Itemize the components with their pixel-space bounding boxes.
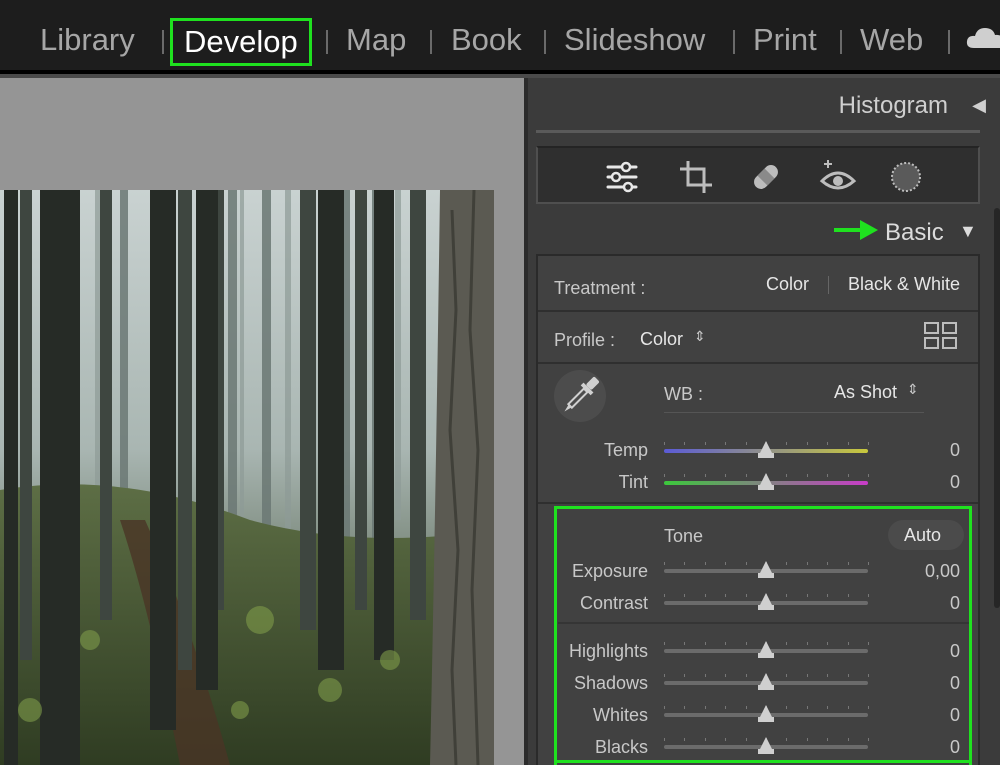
tint-value[interactable]: 0	[900, 472, 960, 493]
masking-icon[interactable]	[886, 157, 926, 197]
module-separator	[162, 30, 164, 54]
collapse-down-icon[interactable]: ▼	[959, 221, 977, 242]
contrast-slider-thumb[interactable]	[758, 593, 774, 610]
temp-slider-thumb[interactable]	[758, 441, 774, 458]
shadows-label: Shadows	[573, 673, 648, 693]
wb-label: WB :	[664, 384, 703, 404]
module-slideshow[interactable]: Slideshow	[564, 18, 705, 66]
module-separator	[948, 30, 950, 54]
divider-line	[538, 310, 978, 312]
sliders-icon[interactable]	[602, 157, 642, 197]
wb-underline	[664, 412, 924, 413]
profile-browser-icon[interactable]	[924, 322, 958, 350]
contrast-label: Contrast	[579, 593, 648, 613]
shadows-slider[interactable]	[664, 673, 869, 690]
whites-slider-thumb[interactable]	[758, 705, 774, 722]
profile-dropdown[interactable]: Color	[640, 329, 683, 350]
updown-icon[interactable]: ⇕	[907, 381, 919, 398]
right-panel: Histogram ◀ Basic ▼ Treatment: Color Bl…	[528, 78, 1000, 765]
treatment-color-option[interactable]: Color	[766, 274, 809, 295]
temp-label: Temp	[603, 440, 648, 460]
whites-slider[interactable]	[664, 705, 869, 722]
module-separator	[840, 30, 842, 54]
forest-photo[interactable]	[0, 190, 494, 765]
basic-panel: Treatment : Color Black & White Profile …	[536, 254, 980, 765]
eyedropper-icon[interactable]	[552, 368, 608, 424]
contrast-value[interactable]: 0	[900, 593, 960, 614]
blacks-slider-thumb[interactable]	[758, 737, 774, 754]
updown-icon[interactable]: ⇕	[694, 328, 706, 345]
blacks-slider[interactable]	[664, 737, 869, 754]
contrast-slider[interactable]	[664, 593, 869, 610]
module-bar: Library Develop Map Book Slideshow Print…	[0, 0, 1000, 74]
treatment-label: Treatment :	[554, 278, 646, 298]
highlights-value[interactable]: 0	[900, 641, 960, 662]
whites-value[interactable]: 0	[900, 705, 960, 726]
shadows-slider-thumb[interactable]	[758, 673, 774, 690]
auto-button-label: Auto	[904, 525, 942, 545]
basic-label: Basic	[885, 219, 944, 246]
crop-icon[interactable]	[676, 157, 716, 197]
basic-header[interactable]: Basic ▼	[536, 212, 980, 252]
module-print[interactable]: Print	[753, 18, 817, 66]
module-map[interactable]: Map	[346, 18, 406, 66]
cloud-icon[interactable]	[966, 26, 1000, 50]
exposure-slider[interactable]	[664, 561, 869, 578]
divider-line	[538, 362, 978, 364]
histogram-area	[536, 130, 980, 133]
wb-dropdown[interactable]: As Shot	[834, 382, 897, 403]
treatment-separator	[828, 276, 829, 294]
tint-slider[interactable]	[664, 473, 869, 490]
divider-line	[558, 622, 970, 624]
tone-highlight-outline-bottom	[554, 760, 972, 763]
highlights-slider-thumb[interactable]	[758, 641, 774, 658]
blacks-label: Blacks	[594, 737, 648, 757]
module-web[interactable]: Web	[860, 18, 923, 66]
module-book[interactable]: Book	[451, 18, 522, 66]
shadows-value[interactable]: 0	[900, 673, 960, 694]
collapse-left-icon[interactable]: ◀	[972, 95, 986, 116]
tint-slider-thumb[interactable]	[758, 473, 774, 490]
exposure-label: Exposure	[571, 561, 648, 581]
module-separator	[430, 30, 432, 54]
treatment-bw-option[interactable]: Black & White	[848, 274, 960, 295]
blacks-value[interactable]: 0	[900, 737, 960, 758]
exposure-value[interactable]: 0,00	[900, 561, 960, 582]
highlights-slider[interactable]	[664, 641, 869, 658]
tool-strip	[536, 146, 980, 204]
redeye-icon[interactable]	[818, 157, 858, 197]
exposure-slider-thumb[interactable]	[758, 561, 774, 578]
profile-label: Profile :	[554, 330, 616, 350]
module-develop[interactable]: Develop	[170, 18, 312, 66]
healing-icon[interactable]	[746, 157, 786, 197]
module-library[interactable]: Library	[40, 18, 135, 66]
histogram-label: Histogram	[838, 92, 948, 119]
temp-value[interactable]: 0	[900, 440, 960, 461]
tint-label: Tint	[618, 472, 648, 492]
tone-label: Tone	[664, 526, 704, 546]
panel-scrollbar[interactable]	[994, 208, 1000, 608]
module-separator	[733, 30, 735, 54]
divider-line	[538, 502, 978, 504]
module-separator	[326, 30, 328, 54]
highlights-label: Highlights	[568, 641, 648, 661]
temp-slider[interactable]	[664, 441, 869, 458]
whites-label: Whites	[592, 705, 648, 725]
arrow-right-icon	[834, 220, 878, 240]
module-separator	[544, 30, 546, 54]
histogram-header[interactable]: Histogram ◀	[536, 78, 986, 134]
auto-button[interactable]: Auto	[888, 520, 964, 550]
